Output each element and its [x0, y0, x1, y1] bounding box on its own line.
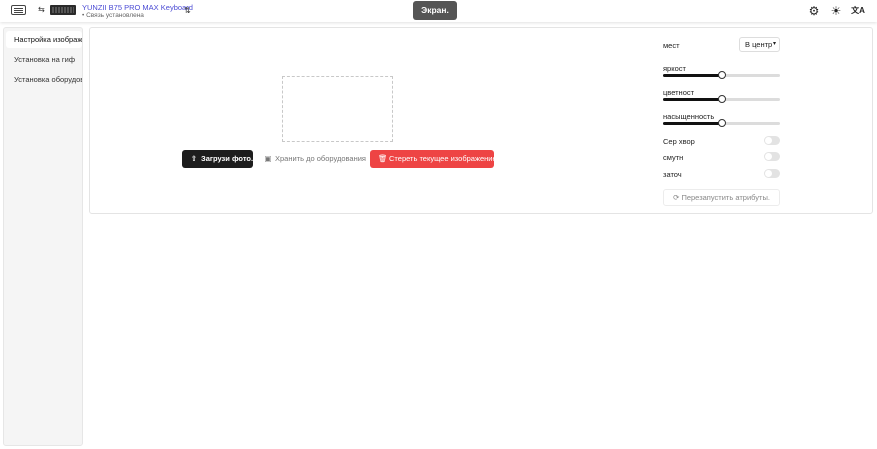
position-select[interactable]: В центр ▾ [739, 37, 780, 52]
connection-status-text: Связь установлена [86, 12, 144, 19]
save-to-device-button[interactable]: ▣ Хранить до оборудования [259, 150, 366, 168]
sort-icon[interactable]: ⇅ [184, 6, 191, 15]
brightness-label: яркост [663, 64, 686, 73]
sidebar-item-hardware-settings[interactable]: Установка оборудования [6, 71, 82, 88]
save-icon: ▣ [264, 154, 272, 163]
saturation-slider-thumb[interactable] [717, 119, 726, 127]
upload-photo-button[interactable]: ⇧ Загрузи фото. [182, 150, 253, 168]
connection-status: • Связь установлена [82, 12, 144, 19]
image-settings-panel [89, 27, 873, 214]
upload-photo-label: Загрузи фото. [201, 154, 254, 163]
status-dot: • [82, 12, 85, 19]
keyboard-thumbnail [50, 5, 76, 15]
swap-icon[interactable]: ⇆ [38, 5, 45, 14]
color-slider-thumb[interactable] [717, 95, 726, 103]
grayscale-toggle[interactable] [764, 136, 780, 145]
chevron-down-icon: ▾ [772, 41, 776, 47]
position-select-value: В центр [745, 40, 773, 49]
clear-image-button[interactable]: 🗑Стереть текущее изображение [370, 150, 497, 168]
blur-label: смутн [663, 153, 684, 162]
screen-button[interactable]: Экран. [413, 1, 457, 20]
settings-gear-icon[interactable]: ⚙ [807, 4, 821, 18]
brightness-slider-fill [663, 74, 722, 77]
top-bar: ⇆ YUNZII B75 PRO MAX Keyboard • Связь ус… [0, 0, 877, 22]
brightness-slider-thumb[interactable] [717, 71, 726, 79]
brightness-slider[interactable] [663, 71, 780, 79]
sidebar: Настройка изображения Установка на гиф У… [3, 27, 83, 446]
keyboard-icon[interactable] [11, 5, 26, 15]
saturation-label: насыщенность [663, 112, 715, 121]
grayscale-label: Сер хвор [663, 137, 695, 146]
sidebar-item-gif-settings[interactable]: Установка на гиф [6, 51, 82, 68]
blur-toggle[interactable] [764, 152, 780, 161]
saturation-slider[interactable] [663, 119, 780, 127]
sharpen-label: заточ [663, 170, 682, 179]
save-to-device-label: Хранить до оборудования [275, 154, 366, 163]
sidebar-item-image-settings[interactable]: Настройка изображения [6, 31, 82, 48]
theme-sun-icon[interactable]: ☀ [829, 4, 843, 18]
language-icon[interactable]: 文A [851, 4, 865, 18]
color-label: цветност [663, 88, 695, 97]
color-slider-fill [663, 98, 722, 101]
image-dropzone[interactable] [282, 76, 393, 142]
trash-icon: 🗑 [378, 154, 388, 163]
clear-image-label: Стереть текущее изображение [389, 154, 497, 163]
position-label: мест [663, 41, 680, 50]
saturation-slider-fill [663, 122, 722, 125]
color-slider[interactable] [663, 95, 780, 103]
sharpen-toggle[interactable] [764, 169, 780, 178]
device-name[interactable]: YUNZII B75 PRO MAX Keyboard [82, 3, 193, 12]
refresh-icon: ⟳ [673, 193, 680, 202]
reset-attributes-button[interactable]: ⟳ Перезапустить атрибуты. [663, 189, 780, 206]
reset-attributes-label: Перезапустить атрибуты. [681, 193, 770, 202]
upload-icon: ⇧ [190, 154, 198, 163]
